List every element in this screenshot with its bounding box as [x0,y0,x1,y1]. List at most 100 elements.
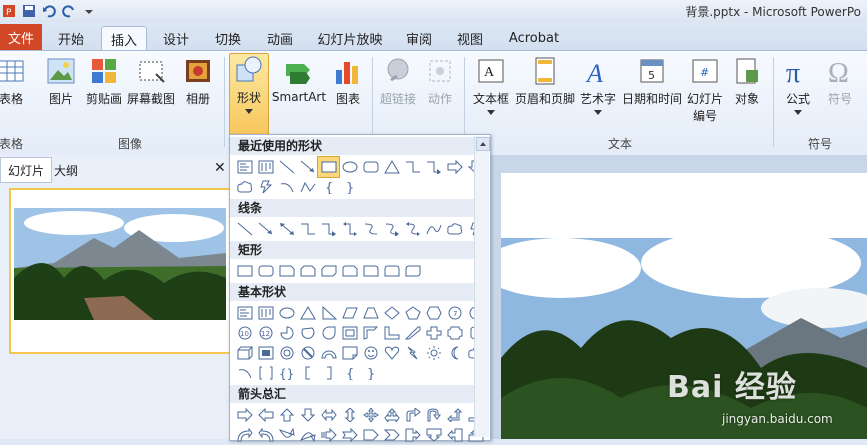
slide-number-button[interactable]: # 幻灯片 编号 [686,55,724,124]
date-time-button[interactable]: 5 日期和时间 [620,55,684,107]
curved-connector-shape-icon[interactable] [360,219,381,239]
line-shape-icon[interactable] [234,219,255,239]
bevel-shape-icon[interactable] [255,343,276,363]
folded-corner-shape-icon[interactable] [339,343,360,363]
quad-arrow-shape-icon[interactable] [360,405,381,425]
snip-diagonal-rect-shape-icon[interactable] [318,261,339,281]
tab-animations[interactable]: 动画 [259,26,301,50]
wordart-button[interactable]: A 艺术字 [578,55,618,116]
pentagon-shape-icon[interactable] [402,303,423,323]
app-icon[interactable]: P [0,2,18,20]
elbow-connector-shape-icon[interactable] [402,157,423,177]
tab-insert[interactable]: 插入 [101,26,147,51]
block-arc-shape-icon[interactable] [318,343,339,363]
rounded-rect-shape-icon[interactable] [255,261,276,281]
curve-shape-icon[interactable] [423,219,444,239]
cube-shape-icon[interactable] [234,343,255,363]
elbow-arrow-shape-icon[interactable] [318,219,339,239]
curved-left-arrow-shape-icon[interactable] [255,425,276,445]
textbox-shape-icon[interactable] [234,157,255,177]
tab-slideshow[interactable]: 幻灯片放映 [312,26,388,50]
close-icon[interactable]: ✕ [214,160,226,176]
triangle-shape-icon[interactable] [381,157,402,177]
tab-view[interactable]: 视图 [450,26,490,50]
up-arrow-shape-icon[interactable] [276,405,297,425]
shapes-scrollbar[interactable] [474,136,490,437]
frame-shape-icon[interactable] [339,323,360,343]
tab-transitions[interactable]: 切换 [207,26,249,50]
left-up-arrow-shape-icon[interactable] [444,405,465,425]
pentagon-arrow-shape-icon[interactable] [360,425,381,445]
redo-icon[interactable] [60,2,78,20]
down-arrow-callout-shape-icon[interactable] [423,425,444,445]
double-bracket-shape-icon[interactable] [255,363,276,383]
round-corner-rect-shape-icon[interactable] [360,261,381,281]
undo-icon[interactable] [40,2,58,20]
line-shape-icon[interactable] [276,157,297,177]
diagonal-stripe-shape-icon[interactable] [402,323,423,343]
snip-corner-rect-shape-icon[interactable] [276,261,297,281]
curved-arrow-shape-icon[interactable] [381,219,402,239]
clipart-button[interactable]: 剪贴画 [84,55,124,107]
lightning-bolt-shape-icon[interactable] [402,343,423,363]
right-arrow-callout-shape-icon[interactable] [402,425,423,445]
chart-button[interactable]: 图表 [333,55,363,107]
photo-album-button[interactable]: 相册 [182,55,214,107]
left-brace-shape-icon[interactable]: { [318,177,339,197]
l-shape-icon[interactable] [381,323,402,343]
double-brace-shape-icon[interactable]: {} [276,363,297,383]
pie-shape-icon[interactable] [276,323,297,343]
sun-shape-icon[interactable] [423,343,444,363]
left-right-up-arrow-shape-icon[interactable] [381,405,402,425]
arrow-line-shape-icon[interactable] [297,157,318,177]
dodecagon-shape-icon[interactable]: 12 [255,323,276,343]
decagon-shape-icon[interactable]: 10 [234,323,255,343]
hyperlink-button[interactable]: 超链接 [378,55,418,107]
u-turn-arrow-shape-icon[interactable] [423,405,444,425]
textbox-button[interactable]: A 文本框 [470,55,512,116]
arrow-line-shape-icon[interactable] [255,219,276,239]
plaque-shape-icon[interactable] [444,323,465,343]
oval-shape-icon[interactable] [339,157,360,177]
table-button[interactable]: 表格 [0,55,26,107]
donut-shape-icon[interactable] [276,343,297,363]
right-arrow-shape-icon[interactable] [444,157,465,177]
right-brace-shape-icon[interactable]: } [360,363,381,383]
curved-up-arrow-shape-icon[interactable] [276,425,297,445]
heart-shape-icon[interactable] [381,343,402,363]
bent-arrow-shape-icon[interactable] [402,405,423,425]
tab-slides[interactable]: 幻灯片 [0,157,52,183]
trapezoid-shape-icon[interactable] [360,303,381,323]
picture-button[interactable]: 图片 [44,55,78,107]
elbow-arrow-shape-icon[interactable] [423,157,444,177]
landscape-slide-image[interactable] [501,238,867,439]
arc-shape-icon[interactable] [234,363,255,383]
save-icon[interactable] [20,2,38,20]
freeform-closed-shape-icon[interactable] [444,219,465,239]
notched-right-arrow-shape-icon[interactable] [339,425,360,445]
lightning-shape-icon[interactable] [255,177,276,197]
rectangle-shape-icon[interactable] [317,156,340,178]
tab-design[interactable]: 设计 [155,26,197,50]
smartart-button[interactable]: SmartArt [272,55,326,104]
left-right-arrow-shape-icon[interactable] [318,405,339,425]
teardrop-shape-icon[interactable] [318,323,339,343]
left-arrow-shape-icon[interactable] [255,405,276,425]
heptagon-shape-icon[interactable]: 7 [444,303,465,323]
smiley-face-icon[interactable] [360,343,381,363]
tab-file[interactable]: 文件 [0,24,42,50]
equation-button[interactable]: π 公式 [782,55,814,116]
chevron-arrow-shape-icon[interactable] [381,425,402,445]
customize-toolbar-icon[interactable] [80,2,98,20]
parallelogram-shape-icon[interactable] [339,303,360,323]
vertical-textbox-shape-icon[interactable] [255,303,276,323]
tab-outline[interactable]: 大纲 [54,160,78,180]
curved-right-arrow-shape-icon[interactable] [234,425,255,445]
triangle-shape-icon[interactable] [297,303,318,323]
header-footer-button[interactable]: 页眉和页脚 [514,55,576,107]
round-diagonal-rect-shape-icon[interactable] [402,261,423,281]
rectangle-shape-icon[interactable] [234,261,255,281]
cross-shape-icon[interactable] [423,323,444,343]
object-button[interactable]: 对象 [730,55,764,107]
snip-round-rect-shape-icon[interactable] [339,261,360,281]
